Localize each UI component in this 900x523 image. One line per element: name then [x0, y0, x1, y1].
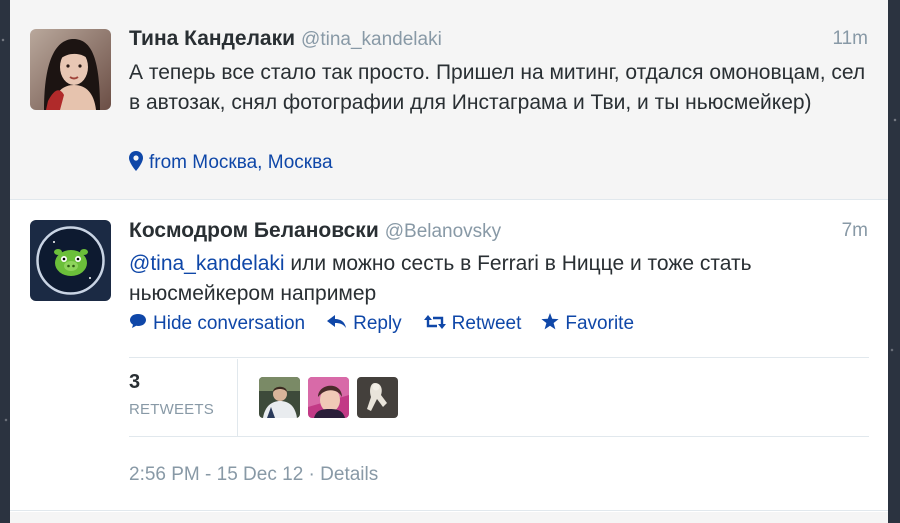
username[interactable]: @Belanovsky [385, 221, 501, 242]
next-tweet-edge [10, 512, 888, 523]
tweet[interactable]: Тина Канделаки @tina_kandelaki 11m А тепе… [10, 0, 888, 200]
timeline: Тина Канделаки @tina_kandelaki 11m А тепе… [10, 0, 888, 523]
star-icon [541, 312, 559, 336]
fullname[interactable]: Космодром Белановски [129, 219, 379, 242]
avatar[interactable] [30, 220, 111, 301]
retweeter-avatars [259, 377, 406, 418]
tweet-text: А теперь все стало так просто. Пришел на… [129, 61, 866, 114]
retweeter-avatar[interactable] [259, 377, 300, 418]
details-link[interactable]: Details [320, 464, 378, 485]
retweet-icon [423, 313, 446, 335]
hide-conversation-button[interactable]: Hide conversation [129, 313, 305, 335]
speech-bubble-icon [129, 313, 147, 335]
tweet-timestamp: 2:56 PM - 15 Dec 12 · Details [129, 464, 378, 486]
reply-button[interactable]: Reply [327, 313, 402, 335]
retweet-count[interactable]: 3 [129, 371, 140, 394]
retweeter-avatar[interactable] [357, 377, 398, 418]
favorite-button[interactable]: Favorite [541, 312, 635, 336]
retweet-button[interactable]: Retweet [423, 313, 522, 335]
retweet-label: Retweet [451, 313, 522, 334]
fullname[interactable]: Тина Канделаки [129, 27, 295, 50]
tweet-time[interactable]: 11m [832, 28, 868, 50]
retweeter-avatar[interactable] [308, 377, 349, 418]
location-pin-icon [129, 150, 143, 176]
reply-label: Reply [353, 313, 402, 334]
tweet-location[interactable]: from Москва, Москва [129, 150, 333, 176]
divider [129, 357, 869, 358]
mention-link[interactable]: @tina_kandelaki [129, 252, 285, 275]
avatar-image [30, 29, 111, 110]
favorite-label: Favorite [565, 313, 635, 334]
hide-conversation-label: Hide conversation [153, 313, 306, 334]
tweet-text: @tina_kandelaki или можно сесть в Ferrar… [129, 249, 869, 309]
reply-arrow-icon [327, 313, 347, 335]
timestamp-separator: · [303, 464, 321, 485]
divider [129, 436, 869, 437]
retweet-stats: 3 RETWEETS [129, 359, 869, 436]
avatar[interactable] [30, 29, 111, 110]
tweet-expanded[interactable]: Космодром Белановски @Belanovsky 7m @tina… [10, 201, 888, 511]
tweet-header: Космодром Белановски @Belanovsky 7m [129, 219, 868, 245]
tweet-header: Тина Канделаки @tina_kandelaki 11m [129, 27, 868, 53]
retweets-label[interactable]: RETWEETS [129, 401, 214, 418]
tweet-actions: Hide conversation Reply Retweet Favorite [129, 311, 634, 337]
tweet-time[interactable]: 7m [842, 220, 868, 242]
stats-divider [237, 359, 238, 436]
timestamp-text[interactable]: 2:56 PM - 15 Dec 12 [129, 464, 303, 485]
avatar-image [30, 220, 111, 301]
location-text[interactable]: from Москва, Москва [149, 152, 333, 174]
username[interactable]: @tina_kandelaki [301, 29, 442, 50]
